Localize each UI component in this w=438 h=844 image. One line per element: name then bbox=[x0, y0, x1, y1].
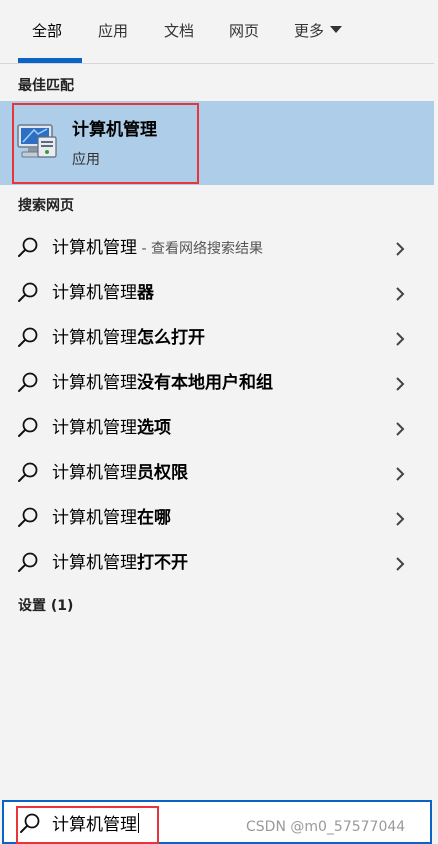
result-query-text: 计算机管理 bbox=[52, 508, 137, 528]
web-result-item[interactable]: 计算机管理器 bbox=[0, 271, 434, 316]
chevron-right-icon[interactable] bbox=[394, 240, 406, 258]
web-result-label: 计算机管理没有本地用户和组 bbox=[52, 370, 273, 397]
web-result-label: 计算机管理怎么打开 bbox=[52, 325, 205, 352]
chevron-right-icon[interactable] bbox=[394, 285, 406, 303]
web-result-label: 计算机管理在哪 bbox=[52, 505, 171, 532]
web-result-label: 计算机管理员权限 bbox=[52, 460, 188, 487]
web-result-item[interactable]: 计算机管理选项 bbox=[0, 406, 434, 451]
search-icon bbox=[20, 813, 40, 833]
filter-tabs: 全部 应用 文档 网页 更多 bbox=[0, 0, 438, 64]
chevron-right-icon[interactable] bbox=[394, 510, 406, 528]
result-query-text: 计算机管理 bbox=[52, 328, 137, 348]
caret-down-icon bbox=[330, 26, 343, 33]
search-icon bbox=[18, 372, 38, 392]
search-icon bbox=[18, 417, 38, 437]
tab-apps[interactable]: 应用 bbox=[98, 20, 128, 42]
section-search-web: 搜索网页 bbox=[18, 198, 74, 214]
web-result-label: 计算机管理 - 查看网络搜索结果 bbox=[52, 235, 263, 262]
result-completion-text: 员权限 bbox=[137, 463, 188, 483]
search-icon bbox=[18, 282, 38, 302]
search-input[interactable]: 计算机管理 bbox=[52, 812, 139, 838]
search-icon bbox=[18, 237, 38, 257]
result-query-text: 计算机管理 bbox=[52, 418, 137, 438]
tab-documents[interactable]: 文档 bbox=[164, 20, 194, 42]
chevron-right-icon[interactable] bbox=[394, 375, 406, 393]
search-icon bbox=[18, 507, 38, 527]
chevron-right-icon[interactable] bbox=[394, 330, 406, 348]
result-query-text: 计算机管理 bbox=[52, 373, 137, 393]
chevron-right-icon[interactable] bbox=[394, 420, 406, 438]
web-result-label: 计算机管理打不开 bbox=[52, 550, 188, 577]
result-query-text: 计算机管理 bbox=[52, 283, 137, 303]
result-completion-text: 打不开 bbox=[137, 553, 188, 573]
result-query-text: 计算机管理 bbox=[52, 238, 137, 258]
web-result-item[interactable]: 计算机管理没有本地用户和组 bbox=[0, 361, 434, 406]
best-match-item[interactable] bbox=[0, 101, 434, 185]
tab-more-label: 更多 bbox=[294, 22, 325, 40]
web-result-label: 计算机管理器 bbox=[52, 280, 154, 307]
best-match-title: 计算机管理 bbox=[72, 120, 157, 140]
search-input-value: 计算机管理 bbox=[52, 815, 137, 835]
tab-more[interactable]: 更多 bbox=[294, 20, 343, 42]
result-completion-text: 没有本地用户和组 bbox=[137, 373, 273, 393]
search-icon bbox=[18, 462, 38, 482]
web-result-item[interactable]: 计算机管理怎么打开 bbox=[0, 316, 434, 361]
panel-edge bbox=[434, 0, 438, 800]
web-result-item[interactable]: 计算机管理 - 查看网络搜索结果 bbox=[0, 226, 434, 271]
web-result-label: 计算机管理选项 bbox=[52, 415, 171, 442]
text-cursor bbox=[138, 813, 139, 833]
active-tab-indicator bbox=[18, 58, 82, 63]
section-settings: 设置 (1) bbox=[18, 598, 74, 614]
section-best-match: 最佳匹配 bbox=[18, 78, 74, 94]
result-completion-text: 选项 bbox=[137, 418, 171, 438]
computer-management-icon bbox=[17, 124, 57, 158]
result-query-text: 计算机管理 bbox=[52, 553, 137, 573]
result-suffix-text: - 查看网络搜索结果 bbox=[137, 241, 263, 257]
result-completion-text: 怎么打开 bbox=[137, 328, 205, 348]
watermark: CSDN @m0_57577044 bbox=[246, 819, 406, 835]
chevron-right-icon[interactable] bbox=[394, 465, 406, 483]
web-result-item[interactable]: 计算机管理打不开 bbox=[0, 541, 434, 586]
web-result-item[interactable]: 计算机管理在哪 bbox=[0, 496, 434, 541]
result-completion-text: 在哪 bbox=[137, 508, 171, 528]
chevron-right-icon[interactable] bbox=[394, 555, 406, 573]
start-search-panel: 全部 应用 文档 网页 更多 最佳匹配 计算机管理 应用 搜索网页 计算机管理 … bbox=[0, 0, 438, 844]
result-completion-text: 器 bbox=[137, 283, 154, 303]
search-icon bbox=[18, 552, 38, 572]
web-result-item[interactable]: 计算机管理员权限 bbox=[0, 451, 434, 496]
best-match-subtitle: 应用 bbox=[72, 152, 100, 168]
search-icon bbox=[18, 327, 38, 347]
tab-web[interactable]: 网页 bbox=[229, 20, 259, 42]
tab-all[interactable]: 全部 bbox=[32, 20, 62, 42]
result-query-text: 计算机管理 bbox=[52, 463, 137, 483]
